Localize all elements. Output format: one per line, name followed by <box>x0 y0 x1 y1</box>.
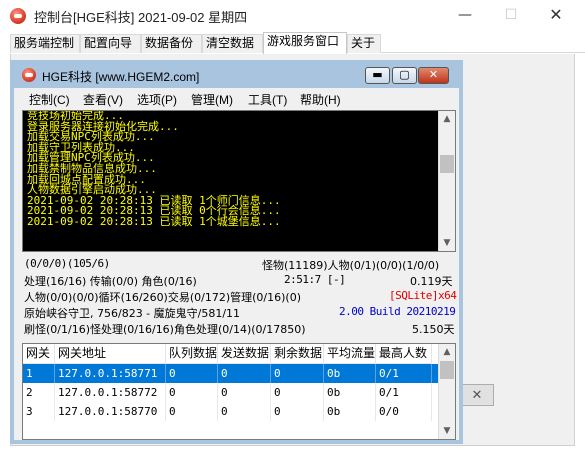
menu-options[interactable]: 选项(P) <box>137 91 177 108</box>
tab-about[interactable]: 关于 <box>347 34 381 53</box>
scroll-down-icon[interactable]: ▼ <box>439 423 455 439</box>
status-map-info: 原始峡谷守卫, 756/823 - 魔旋鬼守/581/11 <box>24 307 241 320</box>
status-days-small: 0.119天 <box>410 275 453 288</box>
cell-avg-traffic: 0b <box>324 402 376 421</box>
cell-max-players: 0/0 <box>376 402 432 421</box>
outer-window-title: 控制台[HGE科技] 2021-09-02 星期四 <box>34 10 248 25</box>
tab-config-wizard[interactable]: 配置向导 <box>80 34 141 53</box>
cell-sent-data: 0 <box>218 383 271 402</box>
menu-help[interactable]: 帮助(H) <box>300 91 341 108</box>
minimize-button[interactable]: — <box>442 0 488 32</box>
app-icon <box>22 68 36 82</box>
cell-avg-traffic: 0b <box>324 364 376 383</box>
game-service-window: HGE科技 [www.HGEM2.com] ▬ ▢ ✕ 控制(C) 查看(V) … <box>10 60 463 444</box>
status-processing: 处理(16/16) 传输(0/0) 角色(0/16) <box>24 275 197 288</box>
status-days-total: 5.150天 <box>412 323 455 336</box>
cell-gateway-id: 1 <box>23 364 55 383</box>
log-console[interactable]: 竞技场初始完成... 登录服务器连接初始化完成... 加载交易NPC列表成功..… <box>22 110 456 252</box>
status-counts: (0/0/0)(105/6) <box>24 257 110 270</box>
cell-queue-data: 0 <box>166 402 218 421</box>
scrollbar-thumb[interactable] <box>440 361 454 379</box>
cell-sent-data: 0 <box>218 402 271 421</box>
app-icon <box>10 8 26 24</box>
column-header[interactable]: 网关地址 <box>55 344 166 364</box>
status-refresh-info: 刷怪(0/1/16)怪处理(0/16/16)角色处理(0/14)(0/17850… <box>24 323 306 336</box>
log-scrollbar[interactable]: ▲ ▼ <box>438 111 455 251</box>
minimized-window-close-button[interactable]: ✕ <box>460 384 494 406</box>
cell-remaining-data: 0 <box>271 402 324 421</box>
cell-max-players: 0/1 <box>376 383 432 402</box>
column-header[interactable]: 发送数据 <box>218 344 271 364</box>
table-scrollbar[interactable]: ▲ ▼ <box>438 344 455 439</box>
tab-game-service-window[interactable]: 游戏服务窗口 <box>263 32 347 54</box>
scroll-up-icon[interactable]: ▲ <box>439 344 455 360</box>
status-db-engine: [SQLite]x64 <box>389 289 457 302</box>
inner-minimize-button[interactable]: ▬ <box>365 67 390 84</box>
log-line: 2021-09-02 20:28:13 已读取 1个城堡信息... <box>27 214 281 228</box>
cell-sent-data: 0 <box>218 364 271 383</box>
status-loop-info: 人物(0/0)(0/0)循环(16/260)交易(0/172)管理(0/16)(… <box>24 291 302 304</box>
inner-maximize-button[interactable]: ▢ <box>392 67 417 84</box>
gateway-table: 网关 网关地址 队列数据 发送数据 剩余数据 平均流量 最高人数 1 127.0… <box>22 343 456 440</box>
column-header[interactable]: 队列数据 <box>166 344 218 364</box>
maximize-button[interactable]: ☐ <box>488 0 534 32</box>
column-header[interactable]: 最高人数 <box>376 344 432 364</box>
cell-gateway-id: 3 <box>23 402 55 421</box>
cell-remaining-data: 0 <box>271 383 324 402</box>
tab-data-backup[interactable]: 数据备份 <box>141 34 202 53</box>
log-lines: 竞技场初始完成... 登录服务器连接初始化完成... 加载交易NPC列表成功..… <box>27 111 437 228</box>
cell-gateway-id: 2 <box>23 383 55 402</box>
cell-avg-traffic: 0b <box>324 383 376 402</box>
close-button[interactable]: ✕ <box>533 0 579 32</box>
scroll-down-icon[interactable]: ▼ <box>439 235 455 251</box>
main-tab-bar: 服务端控制 配置向导 数据备份 清空数据 游戏服务窗口 关于 <box>10 32 585 54</box>
menu-view[interactable]: 查看(V) <box>83 91 123 108</box>
table-row[interactable]: 2 127.0.0.1:58772 0 0 0 0b 0/1 <box>23 383 439 402</box>
status-build-version: 2.00 Build 20210219 <box>339 305 456 318</box>
outer-title-bar: 控制台[HGE科技] 2021-09-02 星期四 — ☐ ✕ <box>0 0 585 32</box>
tab-server-control[interactable]: 服务端控制 <box>10 34 80 53</box>
cell-gateway-address: 127.0.0.1:58771 <box>55 364 166 383</box>
tab-clear-data[interactable]: 清空数据 <box>202 34 263 53</box>
column-header[interactable]: 网关 <box>23 344 55 364</box>
status-uptime: 2:51:7 [-] <box>284 273 346 286</box>
inner-title-bar: HGE科技 [www.HGEM2.com] ▬ ▢ ✕ <box>10 60 463 88</box>
menu-bar: 控制(C) 查看(V) 选项(P) 管理(M) 工具(T) 帮助(H) <box>14 88 459 108</box>
column-header[interactable]: 剩余数据 <box>271 344 324 364</box>
inner-window-title: HGE科技 [www.HGEM2.com] <box>42 70 200 84</box>
menu-tools[interactable]: 工具(T) <box>248 91 287 108</box>
cell-max-players: 0/1 <box>376 364 432 383</box>
table-row[interactable]: 3 127.0.0.1:58770 0 0 0 0b 0/0 <box>23 402 439 421</box>
status-panel: (0/0/0)(105/6) 怪物(11189)人物(0/1)(0/0)(1/0… <box>22 256 457 338</box>
status-monsters-players: 怪物(11189)人物(0/1)(0/0)(1/0/0) <box>262 259 440 272</box>
scrollbar-thumb[interactable] <box>440 155 454 173</box>
inner-close-button[interactable]: ✕ <box>418 67 449 84</box>
cell-gateway-address: 127.0.0.1:58770 <box>55 402 166 421</box>
cell-queue-data: 0 <box>166 364 218 383</box>
cell-gateway-address: 127.0.0.1:58772 <box>55 383 166 402</box>
table-row[interactable]: 1 127.0.0.1:58771 0 0 0 0b 0/1 <box>23 364 439 383</box>
cell-queue-data: 0 <box>166 383 218 402</box>
column-header[interactable]: 平均流量 <box>324 344 376 364</box>
menu-control[interactable]: 控制(C) <box>29 91 70 108</box>
menu-manage[interactable]: 管理(M) <box>191 91 233 108</box>
scroll-up-icon[interactable]: ▲ <box>439 111 455 127</box>
cell-remaining-data: 0 <box>271 364 324 383</box>
table-header: 网关 网关地址 队列数据 发送数据 剩余数据 平均流量 最高人数 <box>23 344 439 364</box>
